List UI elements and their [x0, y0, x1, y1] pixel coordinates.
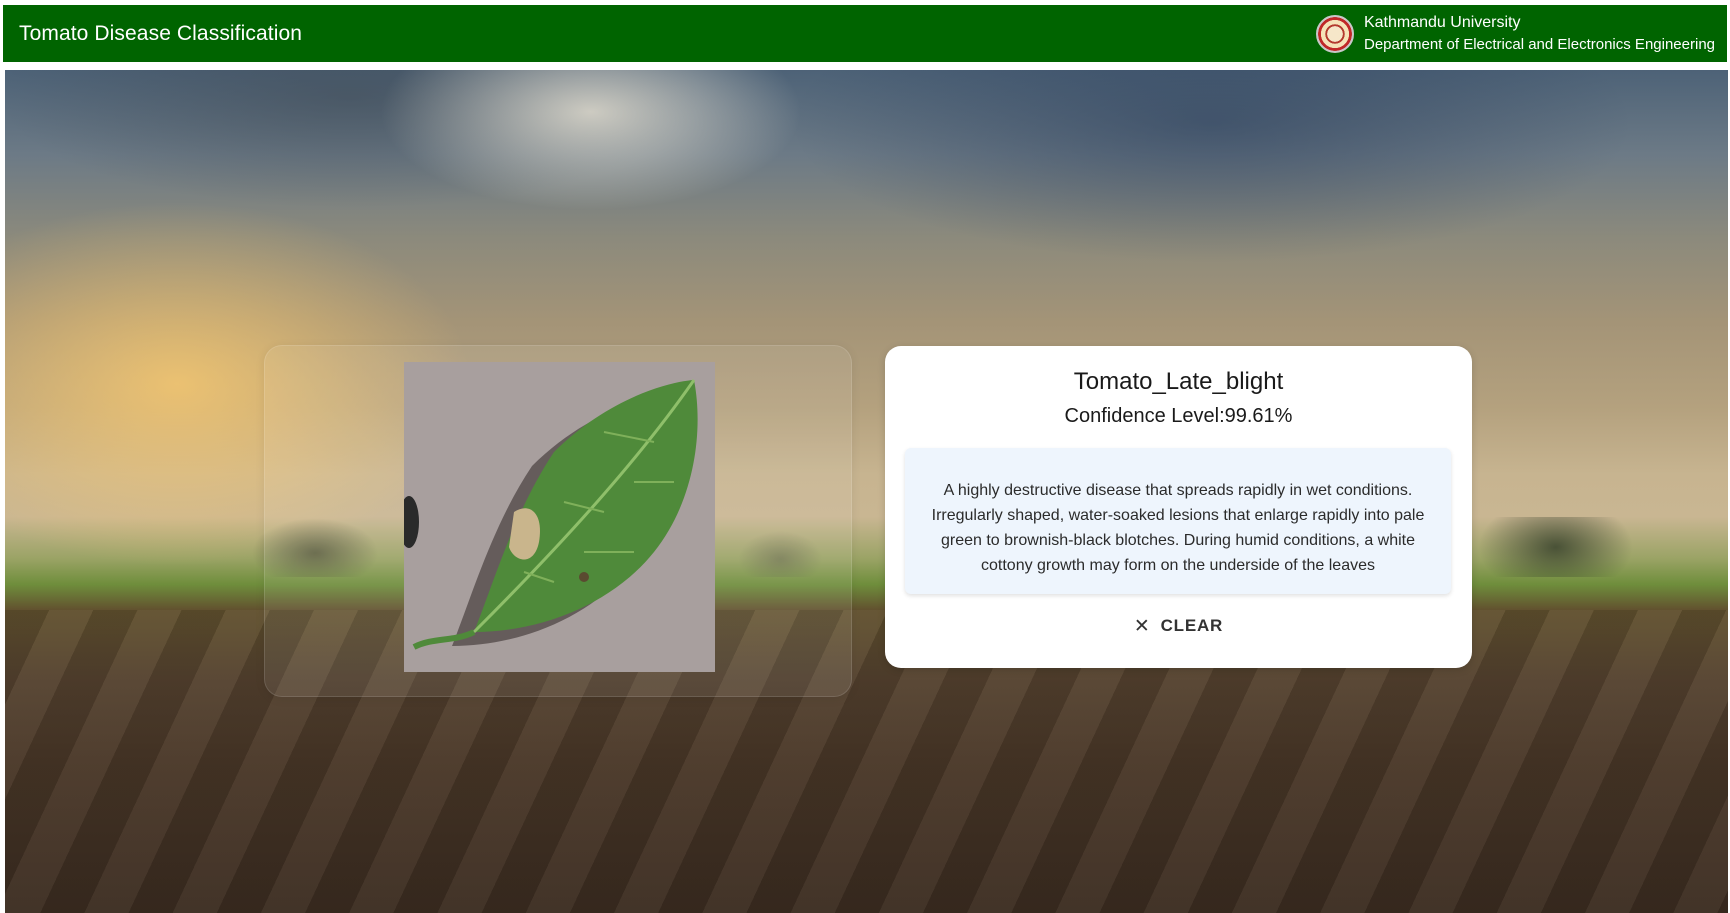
confidence-label: Confidence Level: — [1064, 405, 1225, 427]
clear-label: CLEAR — [1160, 616, 1224, 635]
disease-description: A highly destructive disease that spread… — [905, 448, 1451, 594]
uploaded-leaf-image — [404, 362, 715, 672]
app-bar: Tomato Disease Classification Kathmandu … — [3, 5, 1727, 62]
confidence-level: Confidence Level:99.61% — [885, 405, 1472, 428]
disease-name: Tomato_Late_blight — [1073, 368, 1284, 395]
brand-text: Kathmandu University Department of Elect… — [1364, 12, 1715, 56]
close-icon: ✕ — [1133, 615, 1151, 637]
confidence-value: 99.61% — [1224, 405, 1293, 427]
university-name: Kathmandu University — [1363, 13, 1521, 31]
result-card: Tomato_Late_blight Confidence Level:99.6… — [885, 346, 1472, 668]
image-preview-card — [264, 345, 852, 697]
clear-button[interactable]: ✕ CLEAR — [885, 608, 1472, 644]
tomato-leaf-icon — [404, 362, 715, 672]
app-title: Tomato Disease Classification — [19, 21, 303, 45]
university-brand: Kathmandu University Department of Elect… — [1315, 12, 1715, 56]
department-name: Department of Electrical and Electronics… — [1363, 35, 1715, 53]
university-logo-icon — [1315, 14, 1354, 53]
